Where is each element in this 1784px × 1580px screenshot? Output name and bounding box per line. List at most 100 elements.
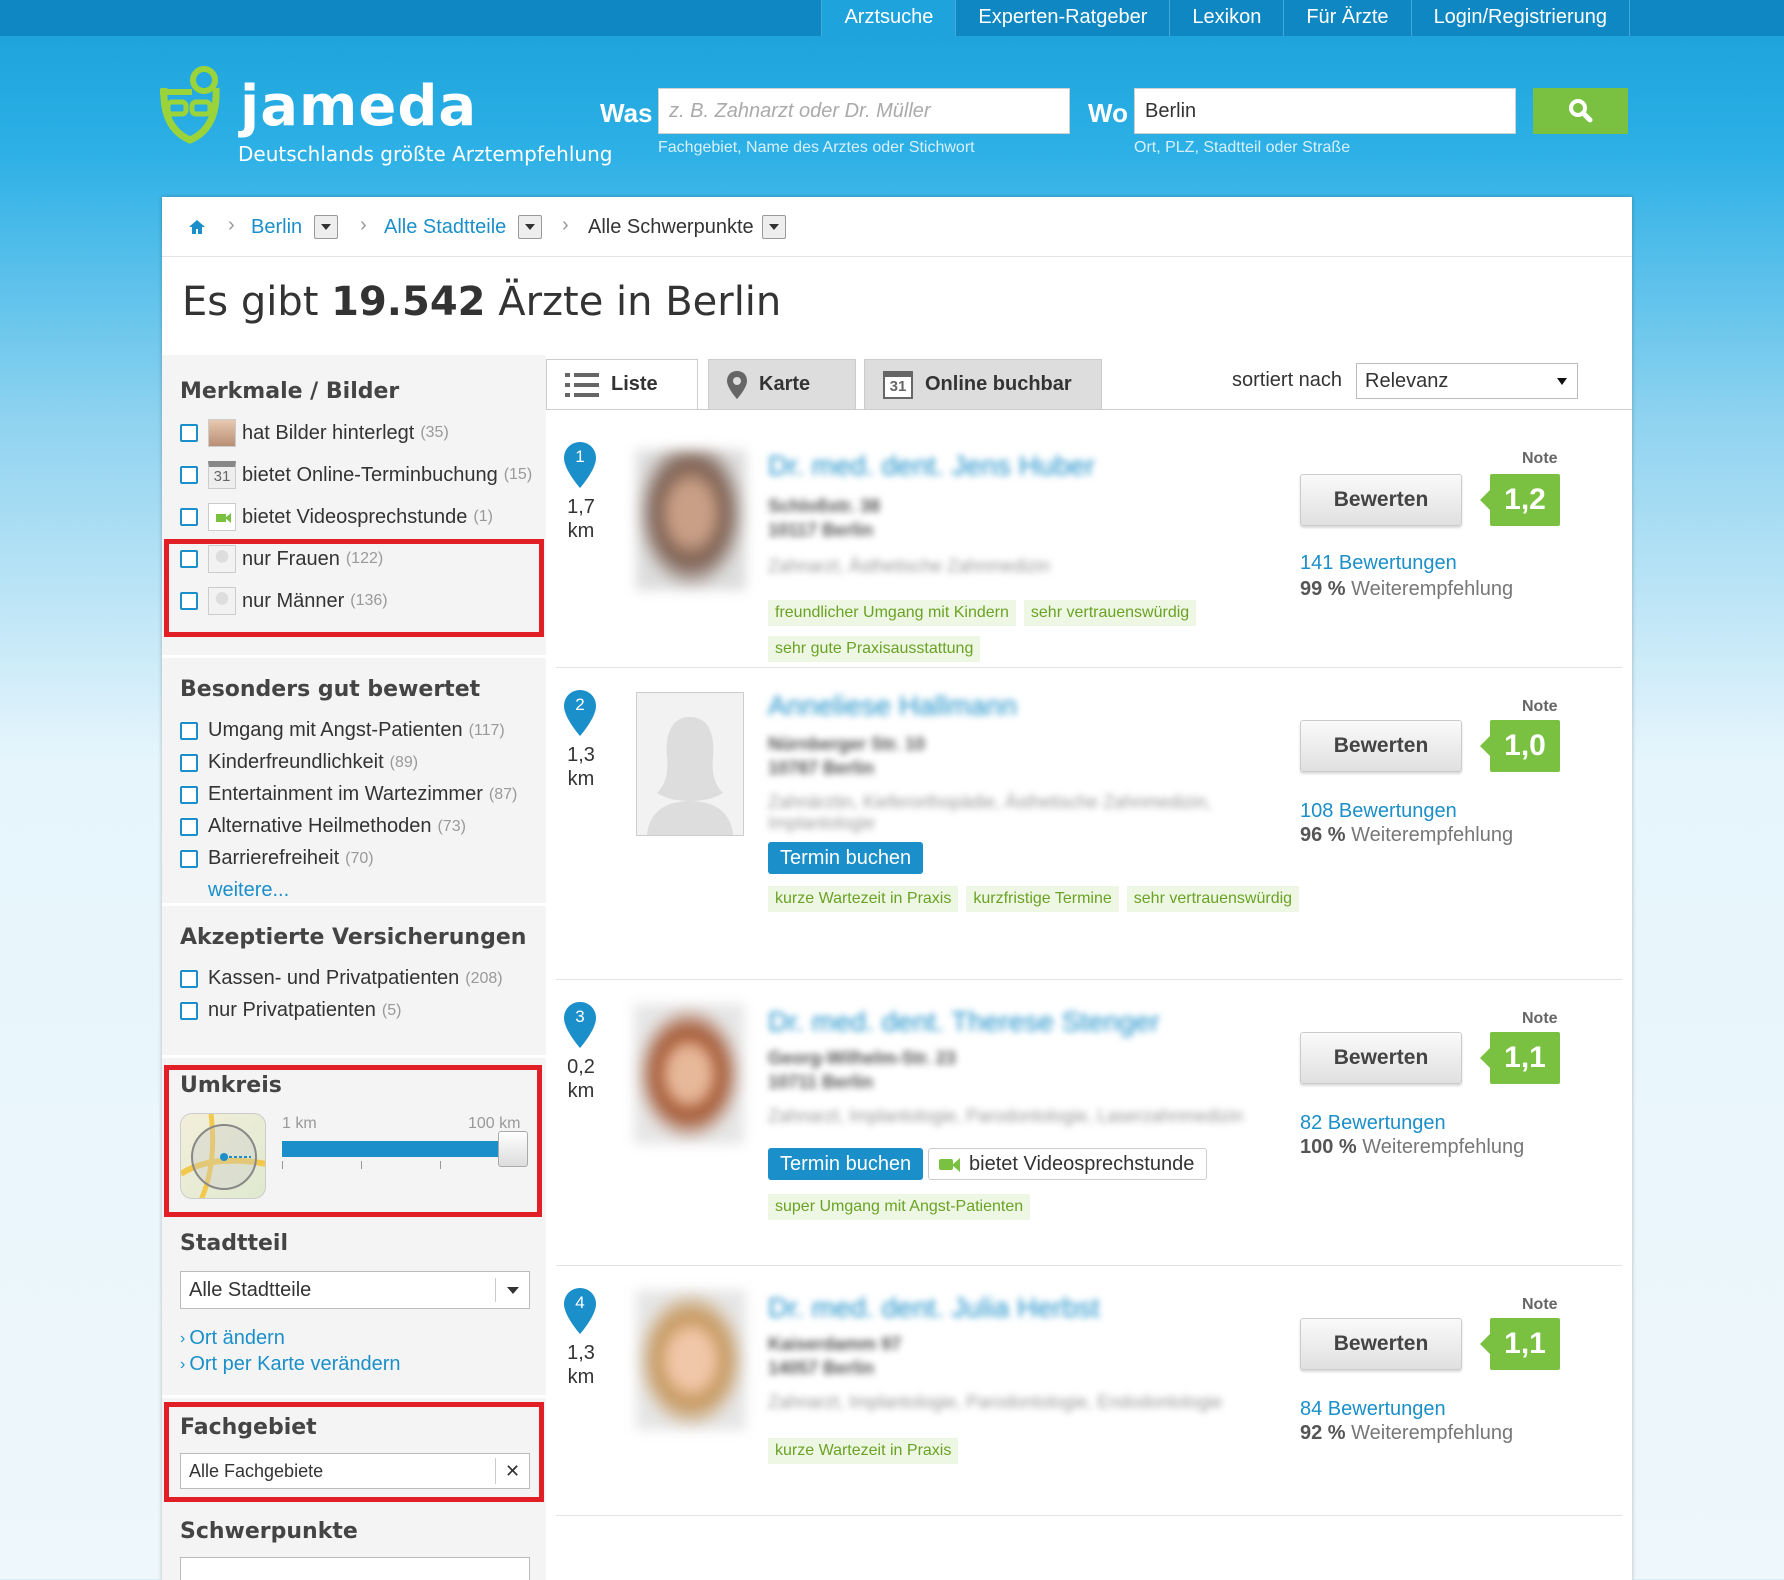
nav-arztsuche[interactable]: Arztsuche	[821, 0, 956, 36]
nav-fuer-aerzte[interactable]: Für Ärzte	[1283, 0, 1410, 36]
checkbox[interactable]	[180, 817, 198, 836]
breadcrumb-district[interactable]: Alle Stadtteile	[384, 215, 506, 239]
ort-per-karte-link[interactable]: › Ort per Karte verändern	[180, 1353, 401, 1376]
schwerpunkte-select[interactable]	[180, 1557, 530, 1580]
was-search-input[interactable]: z. B. Zahnarzt oder Dr. Müller	[658, 88, 1070, 134]
highlight-umkreis	[164, 1065, 542, 1217]
checkbox[interactable]	[180, 508, 198, 526]
logo-wordmark[interactable]: jameda	[240, 74, 477, 139]
rate-button[interactable]: Bewerten	[1300, 1318, 1462, 1370]
map-marker-icon[interactable]: 1	[564, 442, 596, 488]
divider	[162, 655, 546, 658]
nav-login[interactable]: Login/Registrierung	[1410, 0, 1630, 36]
female-silhouette-icon	[647, 717, 733, 835]
search-icon	[1568, 98, 1592, 122]
weitere-link[interactable]: weitere...	[208, 879, 289, 902]
doctor-name[interactable]: Dr. med. dent. Julia Herbst	[768, 1292, 1099, 1324]
map-marker-icon[interactable]: 2	[564, 690, 596, 736]
checkbox[interactable]	[180, 721, 198, 740]
doctor-specialty: Zahnärztin, Kieferorthopädie, Ästhetisch…	[768, 792, 1212, 833]
tab-liste[interactable]: Liste	[546, 359, 698, 409]
termin-buchen-button[interactable]: Termin buchen	[768, 1148, 924, 1180]
filter-hat-bilder[interactable]: hat Bilder hinterlegt (35)	[180, 419, 449, 447]
rate-button[interactable]: Bewerten	[1300, 720, 1462, 772]
filter-barrierefreiheit[interactable]: Barrierefreiheit (70)	[180, 847, 374, 870]
tab-karte[interactable]: Karte	[708, 359, 856, 409]
distance-value: 1,3	[567, 744, 595, 766]
reviews-link[interactable]: 108 Bewertungen	[1300, 800, 1457, 823]
breadcrumb: › Berlin › Alle Stadtteile › Alle Schwer…	[162, 197, 1632, 257]
rate-button[interactable]: Bewerten	[1300, 1032, 1462, 1084]
doctor-photo[interactable]	[634, 1004, 744, 1144]
doctor-specialty: Zahnarzt, Implantologie, Parodontologie,…	[768, 1106, 1244, 1126]
stadtteil-heading: Stadtteil	[180, 1231, 288, 1256]
search-button[interactable]	[1533, 88, 1628, 134]
filter-videosprechstunde[interactable]: bietet Videosprechstunde (1)	[180, 503, 493, 531]
filter-online-termin[interactable]: 31 bietet Online-Terminbuchung (15)	[180, 461, 532, 489]
breadcrumb-focus: Alle Schwerpunkte	[588, 216, 754, 238]
tab-online-buchbar[interactable]: 31 Online buchbar	[864, 359, 1102, 409]
map-marker-icon[interactable]: 4	[564, 1288, 596, 1334]
nav-experten-ratgeber[interactable]: Experten-Ratgeber	[955, 0, 1169, 36]
was-label: Was	[600, 98, 653, 128]
schwerpunkte-heading: Schwerpunkte	[180, 1519, 358, 1544]
doctor-name[interactable]: Dr. med. dent. Therese Stenger	[768, 1006, 1160, 1038]
note-label: Note	[1522, 698, 1558, 715]
doctor-photo[interactable]	[636, 450, 746, 590]
divider	[162, 1055, 546, 1058]
tag: kurze Wartezeit in Praxis	[768, 886, 959, 912]
termin-buchen-button[interactable]: Termin buchen	[768, 842, 924, 874]
filter-sidebar: Merkmale / Bilder hat Bilder hinterlegt(…	[162, 355, 546, 1580]
tag-row: sehr gute Praxisausstattung	[768, 636, 988, 662]
grade-badge: 1,0	[1480, 720, 1560, 772]
checkbox[interactable]	[180, 424, 198, 442]
rate-button[interactable]: Bewerten	[1300, 474, 1462, 526]
home-icon[interactable]	[188, 219, 206, 235]
map-marker-icon[interactable]: 3	[564, 1002, 596, 1048]
checkbox[interactable]	[180, 969, 198, 988]
videosprechstunde-badge[interactable]: bietet Videosprechstunde	[928, 1148, 1208, 1180]
city-dropdown-toggle[interactable]	[314, 215, 338, 239]
tag: sehr vertrauenswürdig	[1023, 600, 1197, 626]
tag: super Umgang mit Angst-Patienten	[768, 1194, 1031, 1220]
grade-badge: 1,1	[1480, 1318, 1560, 1370]
doctor-street: Kaiserdamm 97	[768, 1334, 902, 1354]
checkbox[interactable]	[180, 785, 198, 804]
filter-alternative-heilmethoden[interactable]: Alternative Heilmethoden (73)	[180, 815, 466, 838]
doctor-name[interactable]: Dr. med. dent. Jens Huber	[768, 450, 1095, 482]
focus-dropdown-toggle[interactable]	[762, 215, 786, 239]
filter-nur-privat[interactable]: nur Privatpatienten (5)	[180, 999, 401, 1022]
wo-location-input[interactable]: Berlin	[1134, 88, 1516, 134]
checkbox[interactable]	[180, 466, 198, 484]
breadcrumb-city[interactable]: Berlin	[251, 215, 302, 239]
reviews-link[interactable]: 82 Bewertungen	[1300, 1112, 1446, 1135]
note-label: Note	[1522, 1010, 1558, 1027]
chevron-down-icon	[1557, 378, 1567, 385]
avatar-placeholder[interactable]	[636, 692, 744, 836]
reviews-link[interactable]: 141 Bewertungen	[1300, 552, 1457, 575]
recommendation: 92 % Weiterempfehlung	[1300, 1422, 1514, 1444]
nav-lexikon[interactable]: Lexikon	[1169, 0, 1283, 36]
doctor-name[interactable]: Anneliese Hallmann	[768, 690, 1017, 722]
grade-badge: 1,1	[1480, 1032, 1560, 1084]
logo-tagline: Deutschlands größte Arztempfehlung	[238, 142, 613, 166]
stadtteil-select[interactable]: Alle Stadtteile	[180, 1271, 530, 1309]
reviews-link[interactable]: 84 Bewertungen	[1300, 1398, 1446, 1421]
result-item: 2 1,3 km Anneliese Hallmann Nürnberger S…	[556, 668, 1622, 980]
was-hint: Fachgebiet, Name des Arztes oder Stichwo…	[658, 139, 975, 156]
wo-label: Wo	[1088, 98, 1128, 128]
checkbox[interactable]	[180, 849, 198, 868]
checkbox[interactable]	[180, 1001, 198, 1020]
filter-kassen-privat[interactable]: Kassen- und Privatpatienten (208)	[180, 967, 503, 990]
filter-angst-patienten[interactable]: Umgang mit Angst-Patienten (117)	[180, 719, 505, 742]
district-dropdown-toggle[interactable]	[518, 215, 542, 239]
filter-kinderfreundlichkeit[interactable]: Kinderfreundlichkeit (89)	[180, 751, 418, 774]
checkbox[interactable]	[180, 753, 198, 772]
jameda-logo-icon[interactable]	[158, 66, 222, 146]
merkmale-heading: Merkmale / Bilder	[180, 379, 400, 404]
recommendation: 96 % Weiterempfehlung	[1300, 824, 1514, 846]
ort-aendern-link[interactable]: › Ort ändern	[180, 1327, 285, 1350]
filter-entertainment[interactable]: Entertainment im Wartezimmer (87)	[180, 783, 517, 806]
doctor-photo[interactable]	[636, 1290, 746, 1430]
sort-select[interactable]: Relevanz	[1356, 363, 1578, 399]
